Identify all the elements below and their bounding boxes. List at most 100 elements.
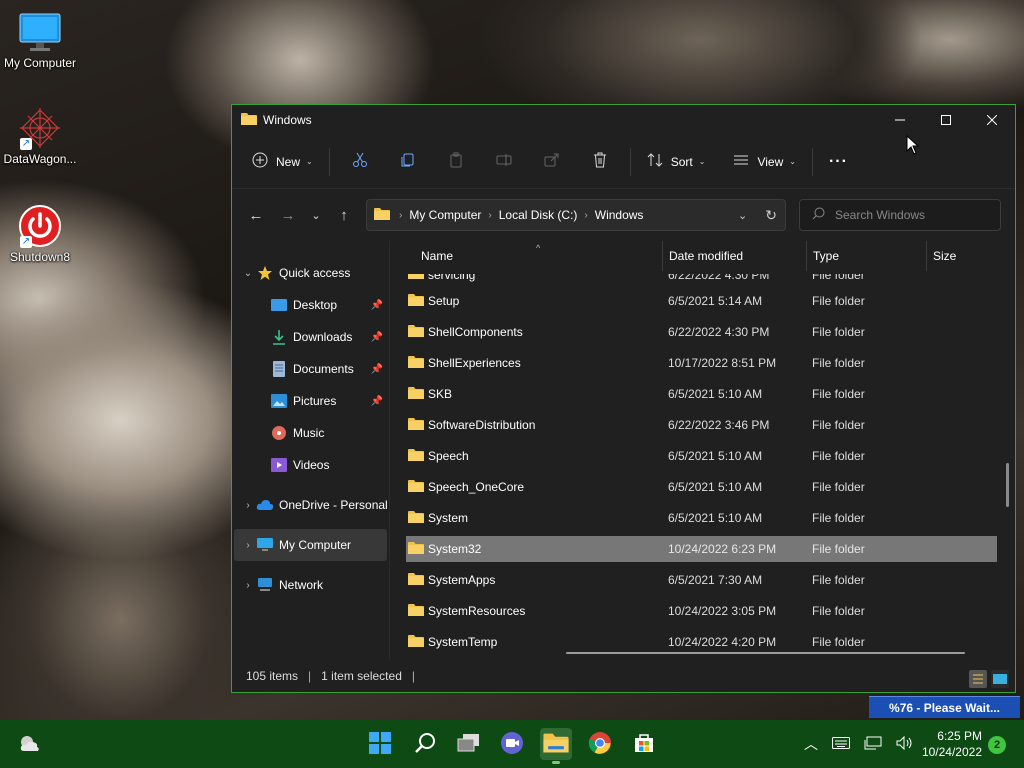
nav-item-documents[interactable]: Documents 📌 (232, 353, 389, 385)
window-title: Windows (263, 113, 312, 127)
nav-quick-access[interactable]: ⌄ Quick access (232, 257, 389, 289)
table-row[interactable]: SKB 6/5/2021 5:10 AM File folder (406, 381, 997, 407)
recent-locations-button[interactable]: ⌄ (304, 199, 328, 231)
nav-item-downloads[interactable]: Downloads 📌 (232, 321, 389, 353)
details-view-button[interactable] (969, 670, 987, 688)
column-size[interactable]: Size (933, 241, 956, 271)
folder-icon (373, 207, 391, 224)
file-name: ShellExperiences (428, 356, 521, 370)
keyboard-icon[interactable] (832, 736, 850, 752)
chrome-button[interactable] (584, 728, 616, 760)
file-name: System32 (428, 542, 482, 556)
maximize-button[interactable] (923, 105, 969, 135)
search-button[interactable] (409, 728, 441, 760)
copy-icon (400, 152, 416, 171)
desktop-icon-shutdown[interactable]: ↗ Shutdown8 (0, 204, 80, 264)
file-date: 10/24/2022 6:23 PM (668, 542, 777, 556)
table-row[interactable]: SoftwareDistribution 6/22/2022 3:46 PM Fil… (406, 412, 997, 438)
task-view-button[interactable] (453, 728, 485, 760)
column-date-modified[interactable]: Date modified (669, 241, 743, 271)
folder-icon (408, 541, 424, 558)
file-explorer-taskbar-button[interactable] (540, 728, 572, 764)
paste-button[interactable] (432, 146, 480, 178)
up-button[interactable]: ↑ (328, 199, 360, 231)
pin-icon[interactable]: 📌 (371, 396, 383, 407)
network-icon[interactable] (864, 736, 882, 753)
nav-my-computer[interactable]: › My Computer (234, 529, 387, 561)
refresh-icon[interactable]: ↻ (765, 207, 777, 224)
nav-label: Music (293, 426, 325, 440)
table-row[interactable]: System32 10/24/2022 6:23 PM File folder (406, 536, 997, 562)
search-input[interactable]: Search Windows (799, 199, 1001, 231)
file-name: ShellComponents (428, 325, 523, 339)
breadcrumb-local-disk[interactable]: Local Disk (C:) (499, 208, 578, 222)
mouse-cursor-icon (906, 135, 920, 155)
new-button[interactable]: New ⌄ (242, 146, 323, 178)
nav-onedrive[interactable]: › OneDrive - Personal (232, 489, 389, 521)
copy-button[interactable] (384, 146, 432, 178)
table-row[interactable]: servicing 6/22/2022 4:30 PM File folder (406, 274, 997, 286)
network-icon (256, 576, 274, 594)
minimize-button[interactable] (877, 105, 923, 135)
table-row[interactable]: System 6/5/2021 5:10 AM File folder (406, 505, 997, 531)
nav-network[interactable]: › Network (232, 569, 389, 601)
desktop-icon-my-computer[interactable]: My Computer (0, 10, 80, 70)
horizontal-scrollbar[interactable] (566, 652, 965, 654)
start-button[interactable] (364, 728, 396, 760)
table-row[interactable]: SystemApps 6/5/2021 7:30 AM File folder (406, 567, 997, 593)
nav-item-videos[interactable]: Videos (232, 449, 389, 481)
pin-icon[interactable]: 📌 (371, 332, 383, 343)
table-row[interactable]: Speech_OneCore 6/5/2021 5:10 AM File folde… (406, 474, 997, 500)
pin-icon[interactable]: 📌 (371, 364, 383, 375)
widgets-button[interactable] (14, 728, 46, 760)
address-history-button[interactable]: ⌄ (738, 209, 747, 222)
desktop-icon-label: DataWagon... (3, 152, 77, 166)
delete-button[interactable] (576, 146, 624, 178)
chat-button[interactable] (496, 728, 528, 760)
vertical-scrollbar[interactable] (1006, 463, 1009, 507)
table-row[interactable]: SystemResources 10/24/2022 3:05 PM File fo… (406, 598, 997, 624)
sort-button[interactable]: Sort ⌄ (637, 146, 716, 178)
arrow-up-icon: ↑ (340, 206, 348, 224)
file-name: SKB (428, 387, 453, 401)
sort-label: Sort (670, 154, 693, 169)
title-bar[interactable]: Windows (232, 105, 1015, 135)
arrow-right-icon: → (280, 206, 296, 224)
table-row[interactable]: Speech 6/5/2021 5:10 AM File folder (406, 443, 997, 469)
file-name: SystemApps (428, 573, 496, 587)
navigation-pane: ⌄ Quick access Desktop 📌 Downloads 📌 Doc… (232, 241, 390, 660)
column-type[interactable]: Type (813, 241, 839, 271)
store-button[interactable] (628, 728, 660, 760)
nav-item-music[interactable]: Music (232, 417, 389, 449)
desktop-icon-datawagon[interactable]: ↗ DataWagon... (0, 106, 80, 166)
pin-icon[interactable]: 📌 (371, 300, 383, 311)
clock[interactable]: 6:25 PM 10/24/2022 (922, 728, 982, 760)
table-row[interactable]: ShellExperiences 10/17/2022 8:51 PM File f… (406, 350, 997, 376)
cut-button[interactable] (336, 146, 384, 178)
tiles-view-button[interactable] (991, 670, 1009, 688)
close-button[interactable] (969, 105, 1015, 135)
file-type: File folder (812, 274, 865, 282)
nav-item-desktop[interactable]: Desktop 📌 (232, 289, 389, 321)
selection-count: 1 item selected (321, 669, 402, 683)
view-button[interactable]: View ⌄ (723, 146, 806, 178)
notification-badge[interactable]: 2 (988, 736, 1006, 754)
column-name[interactable]: Name (421, 241, 453, 271)
volume-icon[interactable] (896, 735, 914, 753)
folder-icon (408, 572, 424, 589)
table-row[interactable]: ShellComponents 6/22/2022 4:30 PM File fol… (406, 319, 997, 345)
file-type: File folder (812, 511, 865, 525)
back-button[interactable]: ← (240, 199, 272, 231)
rename-icon (496, 152, 512, 171)
rename-button[interactable] (480, 146, 528, 178)
table-row[interactable]: Setup 6/5/2021 5:14 AM File folder (406, 288, 997, 314)
chevron-up-icon[interactable]: ︿ (804, 734, 818, 754)
share-button[interactable] (528, 146, 576, 178)
nav-item-pictures[interactable]: Pictures 📌 (232, 385, 389, 417)
address-bar[interactable]: › My Computer › Local Disk (C:) › Window… (366, 199, 786, 231)
breadcrumb-windows[interactable]: Windows (595, 208, 644, 222)
file-date: 10/24/2022 4:20 PM (668, 635, 777, 649)
more-options-button[interactable]: ··· (819, 146, 858, 178)
breadcrumb-my-computer[interactable]: My Computer (409, 208, 481, 222)
forward-button[interactable]: → (272, 199, 304, 231)
